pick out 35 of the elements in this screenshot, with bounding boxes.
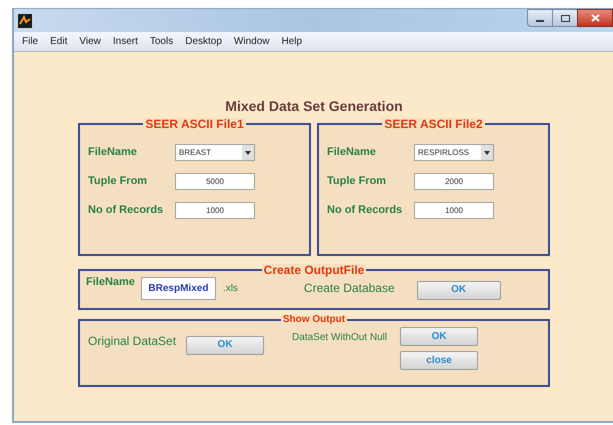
- menu-item[interactable]: Window: [234, 34, 270, 49]
- menu-item[interactable]: Tools: [150, 34, 174, 49]
- filename-field[interactable]: BRespMixed: [140, 276, 216, 300]
- field-label: FileName: [88, 145, 138, 160]
- field-label: FileName: [86, 275, 135, 290]
- field-label: No of Records: [88, 203, 164, 218]
- maximize-icon[interactable]: [553, 9, 577, 27]
- panel-title: SEER ASCII File2: [382, 118, 485, 130]
- menu-item[interactable]: Edit: [50, 34, 68, 49]
- menu-item[interactable]: File: [22, 34, 38, 49]
- app-logo-icon: [18, 14, 32, 28]
- field-label: No of Records: [327, 203, 404, 218]
- file-dropdown[interactable]: BREAST: [175, 144, 255, 161]
- extension-label: .xls: [222, 282, 238, 296]
- input-field[interactable]: 1000: [175, 202, 255, 219]
- close-icon[interactable]: [577, 9, 613, 27]
- create-database-label: Create Database: [304, 280, 395, 297]
- form-heading: Mixed Data Set Generation: [225, 99, 403, 113]
- minimize-icon[interactable]: [527, 9, 553, 27]
- panel-title: Show Output: [280, 315, 348, 325]
- input-field[interactable]: 1000: [414, 202, 494, 219]
- input-field[interactable]: 5000: [175, 173, 255, 190]
- panel-title: SEER ASCII File1: [143, 118, 246, 130]
- input-field[interactable]: 2000: [414, 173, 494, 190]
- field-label: Tuple From: [327, 174, 388, 190]
- field-label: Tuple From: [88, 174, 148, 190]
- menu-item[interactable]: View: [79, 34, 101, 49]
- field-label: FileName: [327, 145, 377, 160]
- menu-item[interactable]: Desktop: [185, 34, 222, 49]
- panel-title: Create OutputFile: [262, 264, 366, 276]
- file-dropdown[interactable]: RESPIRLOSS: [414, 144, 494, 161]
- menu-item[interactable]: Help: [282, 34, 302, 49]
- original-dataset-label: Original DataSet: [88, 333, 176, 350]
- menu-item[interactable]: Insert: [112, 34, 138, 49]
- dataset-without-null-label: DataSet WithOut Null: [292, 331, 388, 345]
